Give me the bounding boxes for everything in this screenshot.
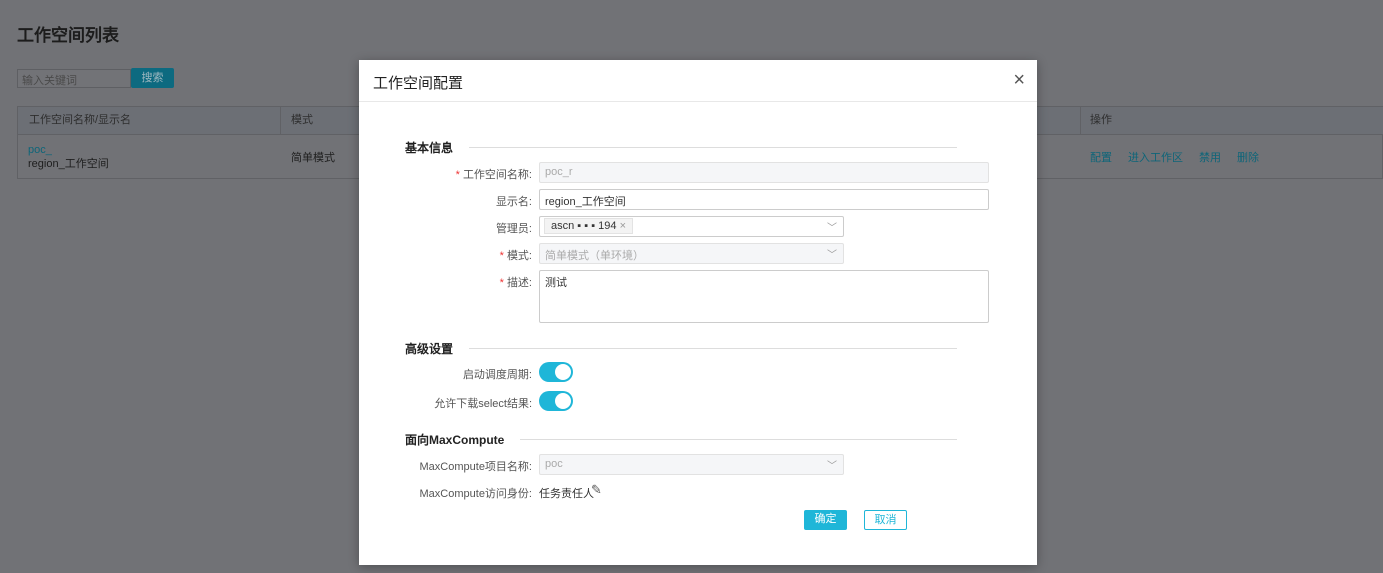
field-description: * 描述: 测试 — [359, 270, 1037, 323]
field-workspace-name: * 工作空间名称: poc_r — [359, 162, 1037, 184]
column-header-name: 工作空间名称/显示名 — [18, 107, 281, 135]
chevron-down-icon: ﹀ — [827, 461, 837, 472]
field-mc-project: MaxCompute项目名称: poc ﹀ — [359, 454, 1037, 476]
mc-identity-value: 任务责任人 — [539, 488, 594, 500]
workspace-config-dialog: 工作空间配置 × 基本信息 * 工作空间名称: poc_r 显示名: region… — [359, 60, 1037, 565]
disable-link[interactable]: 禁用 — [1199, 149, 1221, 193]
section-advanced: 高级设置 — [405, 340, 957, 357]
mode-select[interactable]: 简单模式（单环境） ﹀ — [539, 243, 844, 264]
workspace-name-link[interactable]: poc_ — [28, 143, 109, 157]
delete-link[interactable]: 删除 — [1237, 149, 1259, 193]
remove-tag-icon[interactable]: × — [620, 220, 626, 232]
table-row: poc_ region_工作空间 — [28, 143, 109, 187]
download-select-toggle[interactable] — [539, 391, 573, 411]
display-name-input[interactable]: region_工作空间 — [539, 189, 989, 210]
close-icon[interactable]: × — [1013, 69, 1025, 92]
page-title: 工作空间列表 — [17, 26, 119, 45]
mc-project-select[interactable]: poc ﹀ — [539, 454, 844, 475]
confirm-button[interactable]: 确定 — [804, 510, 847, 530]
search-input[interactable]: 输入关键词 — [17, 69, 131, 88]
cancel-button[interactable]: 取消 — [864, 510, 907, 530]
chevron-down-icon: ﹀ — [827, 223, 837, 234]
field-admin: 管理员: ascn ▪ ▪ ▪ 194 × ﹀ — [359, 216, 1037, 238]
dialog-title: 工作空间配置 — [359, 60, 1037, 102]
field-download: 允许下载select结果: — [359, 391, 1037, 413]
workspace-display-name: region_工作空间 — [28, 158, 109, 170]
row-actions: 配置 进入工作区 禁用 删除 — [1090, 149, 1259, 193]
section-maxcompute: 面向MaxCompute — [405, 431, 957, 448]
field-mc-identity: MaxCompute访问身份: 任务责任人 ✎ — [419, 482, 602, 500]
edit-icon[interactable]: ✎ — [591, 482, 602, 498]
workspace-mode: 简单模式 — [291, 152, 335, 164]
chevron-down-icon: ﹀ — [827, 250, 837, 261]
admin-tag: ascn ▪ ▪ ▪ 194 × — [544, 218, 634, 234]
field-display-name: 显示名: region_工作空间 — [359, 189, 1037, 211]
field-schedule: 启动调度周期: — [359, 362, 1037, 384]
search-button[interactable]: 搜索 — [131, 68, 174, 88]
workspace-name-input[interactable]: poc_r — [539, 162, 989, 183]
description-textarea[interactable]: 测试 — [539, 270, 989, 323]
schedule-toggle[interactable] — [539, 362, 573, 382]
column-header-actions: 操作 — [1081, 107, 1383, 135]
configure-link[interactable]: 配置 — [1090, 149, 1112, 193]
admin-select[interactable]: ascn ▪ ▪ ▪ 194 × ﹀ — [539, 216, 844, 237]
section-basic-info: 基本信息 — [405, 139, 957, 156]
enter-workspace-link[interactable]: 进入工作区 — [1128, 149, 1183, 193]
field-mode: * 模式: 简单模式（单环境） ﹀ — [359, 243, 1037, 265]
